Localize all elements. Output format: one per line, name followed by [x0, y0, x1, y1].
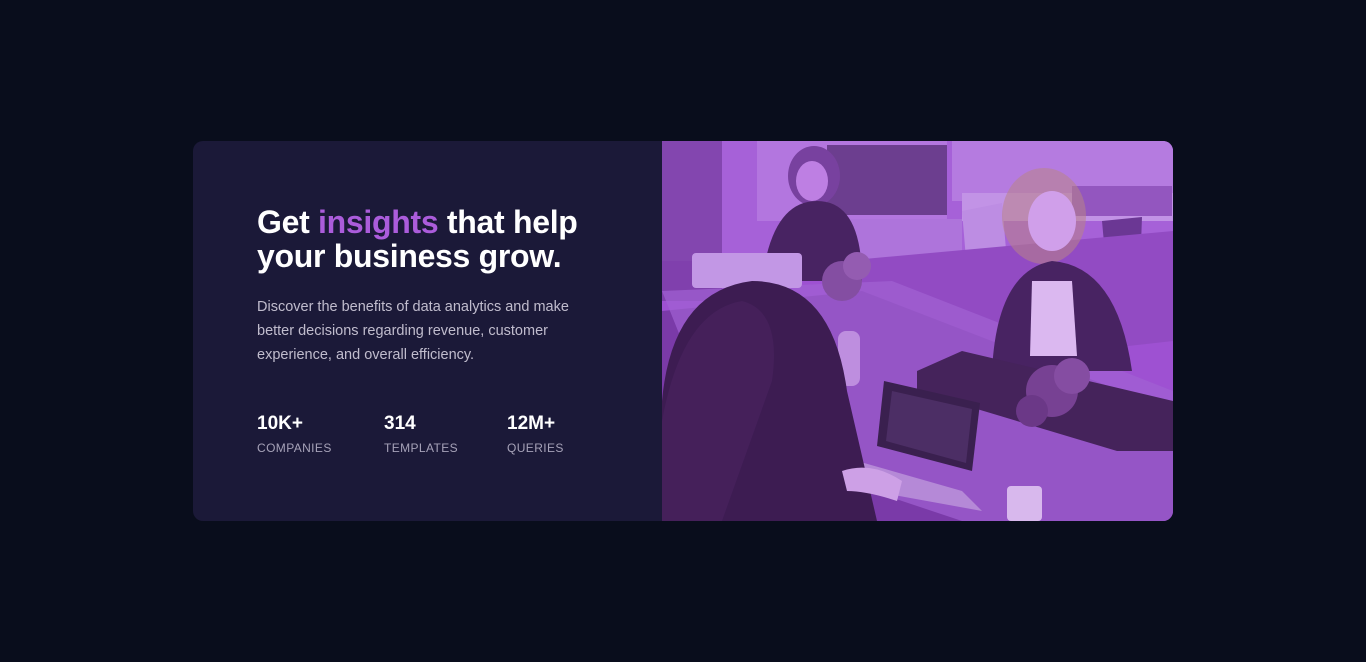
stat-queries: 12M+ QUERIES	[507, 413, 564, 455]
hero-image	[662, 141, 1173, 521]
card-content: Get insights that help your business gro…	[193, 141, 662, 521]
stat-value: 314	[384, 413, 416, 434]
stats-preview-card: Get insights that help your business gro…	[193, 141, 1173, 521]
stat-label: QUERIES	[507, 441, 564, 455]
title-before: Get	[257, 204, 319, 240]
title-accent: insights	[318, 204, 439, 240]
stat-label: TEMPLATES	[384, 441, 459, 455]
stat-templates: 314 TEMPLATES	[384, 413, 458, 455]
stat-label: COMPANIES	[257, 441, 332, 455]
stat-companies: 10K+ COMPANIES	[257, 413, 332, 455]
hero-description: Discover the benefits of data analytics …	[257, 299, 569, 363]
office-photo-illustration	[662, 141, 1173, 521]
stat-value: 12M+	[507, 413, 556, 434]
hero-title: Get insights that help your business gro…	[257, 205, 617, 273]
stat-value: 10K+	[257, 413, 303, 434]
